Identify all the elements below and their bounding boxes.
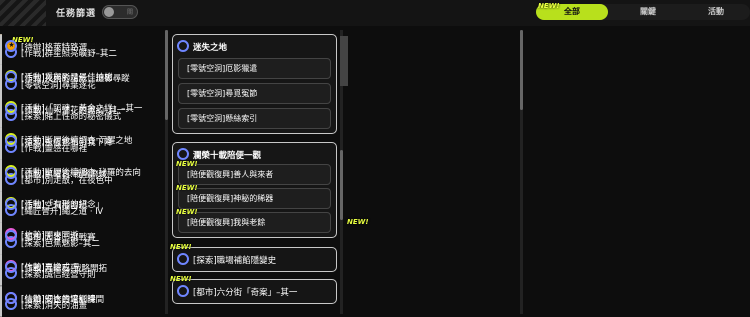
quest-icon: [177, 284, 189, 297]
quest-label: [探索]永恆邦布引我下降: [21, 138, 113, 148]
banner-image: [340, 36, 348, 86]
quest-label: [作戰]黑曜石:戰略飛域: [21, 170, 107, 180]
new-badge: NEW!: [176, 184, 198, 192]
tab-key[interactable]: 關鍵: [618, 4, 678, 20]
quest-icon: [5, 166, 17, 179]
quest-icon: [5, 260, 17, 273]
toggle-knob: [104, 7, 115, 17]
toggle-state-label: 關: [127, 9, 134, 16]
quest-item[interactable]: [作戰]黑曜石:戰略飛域: [0, 161, 107, 186]
quest-item[interactable]: [作戰]空洞補習班: [0, 192, 87, 217]
filter-label: 任務篩選: [56, 8, 97, 19]
tab-label: 活動: [708, 7, 724, 16]
new-badge: NEW!: [538, 2, 560, 10]
quest-label: [陪便觀復興]善人與來者: [187, 170, 274, 179]
quest-subitem[interactable]: [陪便觀復興]神秘的稀器: [178, 188, 331, 209]
scrollbar[interactable]: [165, 30, 168, 314]
quest-item[interactable]: [探索]職場補餡隱變史: [172, 247, 337, 272]
quest-subitem[interactable]: [零號空洞]尋覓冤節: [178, 83, 331, 104]
decorative-stripes: [0, 0, 46, 26]
top-bar: 任務篩選 關 NEW! 全部 關鍵 活動: [0, 0, 750, 26]
group-title: 瀾榮十載陪便一觀: [193, 151, 262, 161]
new-badge: NEW!: [347, 218, 369, 226]
new-badge: NEW!: [170, 243, 192, 251]
quest-label: [作戰]仙人掌花的邀約–其一: [21, 106, 126, 116]
group-title: 迷失之地: [193, 43, 228, 53]
scroll-thumb[interactable]: [165, 30, 168, 120]
quest-icon: [177, 147, 189, 160]
new-badge: NEW!: [170, 275, 192, 283]
quest-item[interactable]: [作戰]黑曜石:戰略開拓: [0, 255, 107, 280]
tab-all[interactable]: NEW! 全部: [536, 2, 608, 20]
scrollbar[interactable]: [520, 30, 523, 314]
quest-subitem[interactable]: [零號空洞]懸絲索引: [178, 108, 331, 129]
quest-label: [作戰]黑曜石:戰略開拓: [21, 264, 107, 274]
quest-label: [零號空洞]尋覓冤節: [187, 89, 258, 98]
new-badge: NEW!: [176, 160, 198, 168]
quest-item[interactable]: [待辦]格萊特路選: [0, 34, 87, 59]
quest-item[interactable]: [都市]六分街「奇案」–其一: [172, 279, 337, 304]
quest-icon: [177, 39, 189, 52]
quest-icon: [177, 252, 189, 265]
quest-icon: [5, 291, 17, 304]
quest-label: [作戰]空洞補習班: [21, 201, 88, 211]
scroll-thumb[interactable]: [520, 30, 523, 110]
tab-label: 全部: [564, 7, 580, 16]
quest-icon: [5, 229, 17, 242]
quest-label: [都市]六分街「奇案」–其一: [193, 288, 298, 298]
quest-label: [作戰]夜雨的請託：謎影尋蹤: [21, 74, 130, 84]
quest-label: [零號空洞]厄影獵遣: [187, 64, 258, 73]
quest-label: [零號空洞]懸絲索引: [187, 114, 258, 123]
tab-event[interactable]: 活動: [686, 4, 746, 20]
quest-subitem[interactable]: [零號空洞]厄影獵遣: [178, 58, 331, 79]
filter-toggle[interactable]: 關: [102, 5, 139, 19]
quest-label: [待辦]調查員培訓課: [21, 295, 96, 305]
quest-item[interactable]: [都市]大胃王挑戰賽: [0, 224, 96, 249]
filter-control[interactable]: 任務篩選 關: [56, 4, 139, 20]
quest-icon: [5, 70, 17, 83]
scroll-thumb[interactable]: [340, 150, 343, 220]
quest-label: [探索]職場補餡隱變史: [193, 256, 277, 266]
quest-item[interactable]: [作戰]夜雨的請託：謎影尋蹤: [0, 65, 130, 90]
quest-subitem[interactable]: [陪便觀復興]我與老餘: [178, 212, 331, 233]
quest-icon: [5, 102, 17, 115]
quest-subitem[interactable]: [陪便觀復興]善人與來者: [178, 164, 331, 185]
quest-label: [都市]大胃王挑戰賽: [21, 233, 96, 243]
tab-bar: NEW! 全部 關鍵 活動: [536, 2, 750, 20]
quest-label: [陪便觀復興]神秘的稀器: [187, 194, 274, 203]
quest-icon: [5, 197, 17, 210]
tab-label: 關鍵: [640, 7, 656, 16]
new-badge: NEW!: [176, 208, 198, 216]
quest-item[interactable]: [作戰]仙人掌花的邀約–其一: [0, 97, 125, 122]
quest-item[interactable]: [探索]永恆邦布引我下降: [0, 129, 113, 154]
quest-icon: [5, 134, 17, 147]
quest-label: [陪便觀復興]我與老餘: [187, 218, 266, 227]
quest-item[interactable]: [待辦]調查員培訓課: [0, 286, 96, 311]
quest-icon: [5, 39, 17, 52]
quest-label: [待辦]格萊特路選: [21, 43, 88, 53]
